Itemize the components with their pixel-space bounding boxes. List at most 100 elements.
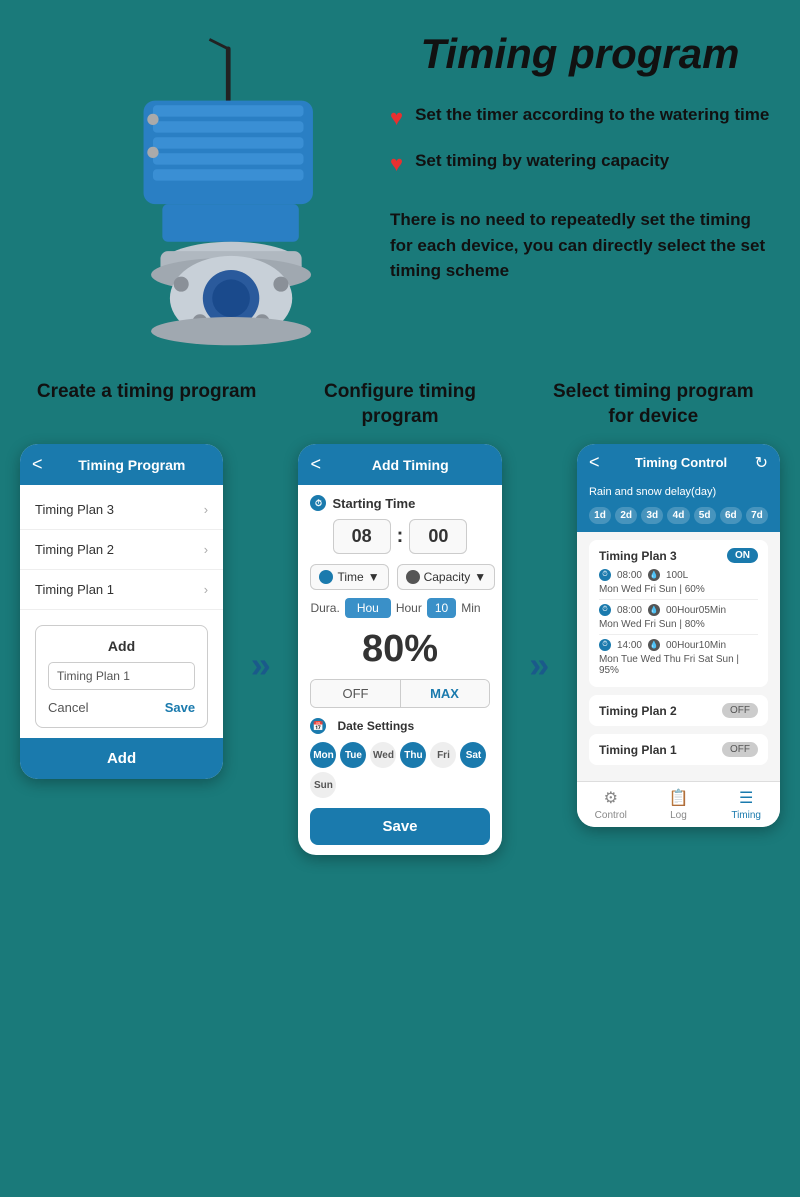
ph2-minute-box[interactable]: 00 <box>409 519 467 554</box>
ph2-hour-box[interactable]: 08 <box>333 519 391 554</box>
ph2-max-button[interactable]: MAX <box>400 680 489 707</box>
ph2-time-selector[interactable]: Time ▼ <box>310 564 388 590</box>
ph3-plan3-toggle[interactable]: ON <box>727 548 758 563</box>
arrow-1-icon: » <box>251 644 271 686</box>
ph2-selectors: Time ▼ Capacity ▼ <box>310 564 489 590</box>
list-item-plan2[interactable]: Timing Plan 2 › <box>20 530 223 570</box>
ph2-time-row: 08 : 00 <box>310 519 489 554</box>
day-mon[interactable]: Mon <box>310 742 336 768</box>
ph3-title: Timing Control <box>607 455 754 470</box>
ph2-cap-select-icon <box>406 570 420 584</box>
ph3-day-buttons: 1d 2d 3d 4d 5d 6d 7d <box>577 503 780 532</box>
ph3-nav-timing[interactable]: ☰ Timing <box>712 788 780 821</box>
ph3-plan3-name: Timing Plan 3 <box>599 549 677 563</box>
day-thu[interactable]: Thu <box>400 742 426 768</box>
ph2-off-button[interactable]: OFF <box>311 680 399 707</box>
right-content: Timing program ♥ Set the timer according… <box>370 30 770 284</box>
ph3-plan2-row: Timing Plan 2 OFF <box>589 695 768 726</box>
day-fri[interactable]: Fri <box>430 742 456 768</box>
ph1-save-button[interactable]: Save <box>165 700 195 715</box>
ph3-cap-icon-3: 💧 <box>648 639 660 651</box>
ph3-plan1-row: Timing Plan 1 OFF <box>589 734 768 765</box>
day-sat[interactable]: Sat <box>460 742 486 768</box>
ph3-nav-log[interactable]: 📋 Log <box>645 788 713 821</box>
ph3-timing-icon: ☰ <box>712 788 780 808</box>
ph1-plan-list: Timing Plan 3 › Timing Plan 2 › Timing P… <box>20 485 223 615</box>
phone-3-timing-control: < Timing Control ↻ Rain and snow delay(d… <box>577 444 780 827</box>
plan3-label: Timing Plan 3 <box>35 502 114 517</box>
ph3-time-icon-1: ⏱ <box>599 569 611 581</box>
ph2-date-row: 📅 Date Settings <box>310 718 489 734</box>
top-section: Timing program ♥ Set the timer according… <box>0 0 800 370</box>
ph3-back-icon[interactable]: < <box>589 452 600 473</box>
ph2-dura-field[interactable]: Hou <box>345 598 391 618</box>
ph2-clock-icon: ⏱ <box>310 495 326 511</box>
ph2-days-row: Mon Tue Wed Thu Fri Sat Sun <box>310 742 489 798</box>
plan3-chevron: › <box>204 502 208 517</box>
ph1-dialog-buttons: Cancel Save <box>48 700 195 715</box>
ph3-refresh-icon[interactable]: ↻ <box>755 453 768 473</box>
ph3-plan1-toggle[interactable]: OFF <box>722 742 758 757</box>
list-item-plan3[interactable]: Timing Plan 3 › <box>20 490 223 530</box>
ph2-colon: : <box>397 525 404 548</box>
ph2-capacity-selector[interactable]: Capacity ▼ <box>397 564 496 590</box>
ph3-schedule2-days: Mon Wed Fri Sun | 80% <box>599 619 758 630</box>
day-btn-6d[interactable]: 6d <box>720 507 742 524</box>
ph1-header: < Timing Program <box>20 444 223 485</box>
ph3-header: < Timing Control ↻ <box>577 444 780 481</box>
ph3-plan1-name: Timing Plan 1 <box>599 743 677 757</box>
ph3-time-icon-3: ⏱ <box>599 639 611 651</box>
day-btn-1d[interactable]: 1d <box>589 507 611 524</box>
valve-illustration <box>50 30 350 350</box>
heart-icon-1: ♥ <box>390 105 403 131</box>
ph1-add-button[interactable]: Add <box>20 738 223 779</box>
ph2-date-icon: 📅 <box>310 718 326 734</box>
day-btn-2d[interactable]: 2d <box>615 507 637 524</box>
day-wed[interactable]: Wed <box>370 742 396 768</box>
ph2-min-value[interactable]: 10 <box>427 598 456 618</box>
ph2-title: Add Timing <box>331 457 490 473</box>
plan2-label: Timing Plan 2 <box>35 542 114 557</box>
day-btn-5d[interactable]: 5d <box>694 507 716 524</box>
ph2-percent: 80% <box>310 628 489 671</box>
ph3-body: Timing Plan 3 ON ⏱ 08:00 💧 100L Mon Wed … <box>577 532 780 781</box>
step-title-1: Create a timing program <box>37 380 257 429</box>
plan2-chevron: › <box>204 542 208 557</box>
day-sun[interactable]: Sun <box>310 772 336 798</box>
bottom-section: Create a timing program Configure timing… <box>0 370 800 885</box>
ph2-starting-time-label: ⏱ Starting Time <box>310 495 489 511</box>
ph3-nav-control[interactable]: ⚙ Control <box>577 788 645 821</box>
ph3-schedule1-days: Mon Wed Fri Sun | 60% <box>599 584 758 595</box>
ph3-time-icon-2: ⏱ <box>599 604 611 616</box>
ph1-cancel-button[interactable]: Cancel <box>48 700 88 715</box>
ph2-dura-row: Dura. Hou Hour 10 Min <box>310 598 489 618</box>
arrow-2-icon: » <box>529 644 549 686</box>
phone-2-add-timing: < Add Timing ⏱ Starting Time 08 : 00 <box>298 444 501 855</box>
arrow-2: » <box>512 644 567 686</box>
heart-icon-2: ♥ <box>390 151 403 177</box>
description-text: There is no need to repeatedly set the t… <box>390 207 770 284</box>
ph3-cap-icon-1: 💧 <box>648 569 660 581</box>
day-btn-3d[interactable]: 3d <box>641 507 663 524</box>
ph1-plan-name-input[interactable] <box>48 662 195 690</box>
bullet-item-2: ♥ Set timing by watering capacity <box>390 149 770 177</box>
day-tue[interactable]: Tue <box>340 742 366 768</box>
day-btn-7d[interactable]: 7d <box>746 507 768 524</box>
day-btn-4d[interactable]: 4d <box>667 507 689 524</box>
ph1-title: Timing Program <box>53 457 212 473</box>
ph3-plan2-toggle[interactable]: OFF <box>722 703 758 718</box>
ph3-cap-icon-2: 💧 <box>648 604 660 616</box>
plan1-label: Timing Plan 1 <box>35 582 114 597</box>
step-title-3: Select timing program for device <box>543 380 763 429</box>
ph1-dialog-title: Add <box>48 638 195 654</box>
ph3-schedule2: ⏱ 08:00 💧 00Hour05Min <box>599 604 758 616</box>
ph2-back-icon[interactable]: < <box>310 454 321 475</box>
list-item-plan1[interactable]: Timing Plan 1 › <box>20 570 223 610</box>
phone-1-timing-program: < Timing Program Timing Plan 3 › Timing … <box>20 444 223 779</box>
ph2-save-button[interactable]: Save <box>310 808 489 845</box>
ph2-offmax: OFF MAX <box>310 679 489 708</box>
bullet-text-2: Set timing by watering capacity <box>415 149 669 173</box>
ph3-plan3-row: Timing Plan 3 ON ⏱ 08:00 💧 100L Mon Wed … <box>589 540 768 687</box>
bullet-item-1: ♥ Set the timer according to the waterin… <box>390 103 770 131</box>
ph1-back-icon[interactable]: < <box>32 454 43 475</box>
